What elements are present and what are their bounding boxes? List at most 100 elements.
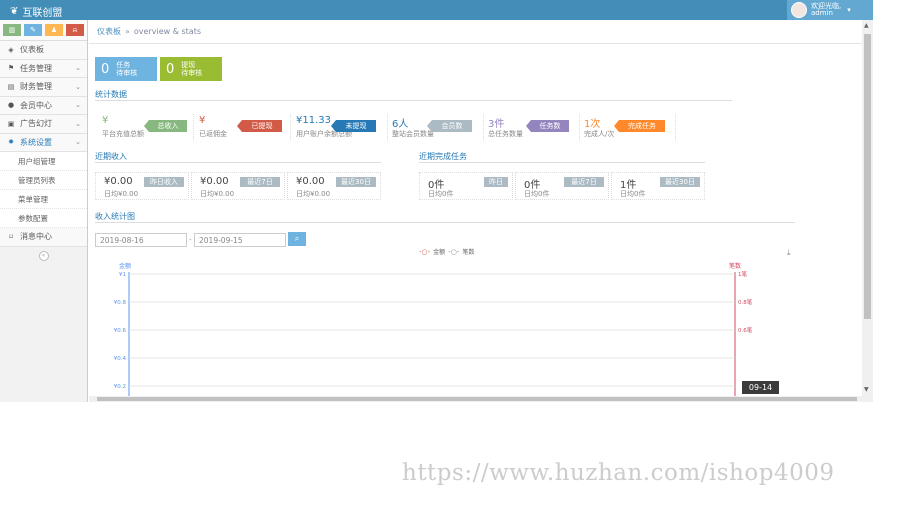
download-icon[interactable]: ⤓ [787, 248, 791, 258]
pending-counter[interactable]: 0 任务 待审核 [95, 57, 157, 81]
sidebar-item-4[interactable]: ▣ 广告幻灯 ⌄ [0, 115, 87, 134]
stat-tag: 未提现 [331, 120, 376, 132]
y2-tick-label: 1笔 [738, 270, 747, 278]
stat-tag: 已提现 [237, 120, 282, 132]
recent-tag: 最近7日 [564, 177, 604, 187]
user-menu[interactable]: 欢迎光临, admin ▾ [787, 0, 873, 20]
chevron-down-icon: ⌄ [75, 101, 81, 110]
income-chart-title: 收入统计图 [95, 211, 795, 223]
stat-value: ¥ [199, 115, 206, 126]
y-tick-label: ¥0.8 [114, 300, 127, 306]
shortcut-button[interactable]: ▥ [3, 24, 21, 36]
sidebar-item-label: 系统设置 [20, 137, 52, 147]
scroll-down-icon[interactable]: ▼ [864, 386, 869, 393]
y-tick-label: ¥1 [119, 272, 126, 278]
counter-line1: 任务 [116, 61, 131, 69]
y-tick-label: ¥0.4 [114, 356, 127, 362]
sidebar-shortcuts: ▥ ✎ ♟ ⍾ [0, 20, 87, 41]
sidebar-subitem[interactable]: 管理员列表 [0, 171, 87, 190]
avatar [791, 2, 807, 18]
dashboard-icon: ◈ [8, 45, 14, 54]
pending-counter[interactable]: 0 提现 待审核 [160, 57, 222, 81]
recent-box: ¥0.00 日均¥0.00 最近7日 [191, 172, 285, 200]
shortcut-button[interactable]: ⍾ [66, 24, 84, 36]
recent-desc: 日均0件 [428, 190, 454, 198]
sidebar-item-3[interactable]: ● 会员中心 ⌄ [0, 96, 87, 115]
chart-legend: -○- 金额 -○- 笔数 [419, 247, 474, 257]
stat-box: 1次 完成人/次 完成任务 [581, 114, 676, 141]
stat-desc: 完成人/次 [584, 130, 615, 138]
picture-icon: ▣ [7, 119, 15, 128]
breadcrumb-home[interactable]: 仪表板 [97, 26, 121, 37]
recent-value: ¥0.00 [104, 176, 133, 187]
stat-value: 3件 [488, 119, 505, 130]
sidebar-subitem[interactable]: 参数配置 [0, 209, 87, 228]
sidebar-item-5[interactable]: ✹ 系统设置 ⌄ [0, 133, 87, 152]
sidebar-subitem[interactable]: 菜单管理 [0, 190, 87, 209]
recent-desc: 日均0件 [524, 190, 550, 198]
sidebar-item-0[interactable]: ◈ 仪表板 [0, 41, 87, 60]
recent-tasks-title: 近期完成任务 [419, 151, 705, 163]
bell-icon: ⍾ [72, 25, 78, 34]
sidebar: ▥ ✎ ♟ ⍾ ◈ 仪表板 ⚑ 任务管理 ⌄ ▤ 财务管理 ⌄ ● 会员中心 ⌄ ▣ 广告幻灯 ⌄ ✹ 系统设置 ⌄ … [0, 20, 88, 402]
chevron-down-icon: ⌄ [75, 138, 81, 147]
breadcrumb: 仪表板 » overview & stats [89, 20, 862, 44]
search-icon: ⌕ [294, 234, 300, 243]
sidebar-item-1[interactable]: ⚑ 任务管理 ⌄ [0, 59, 87, 78]
counter-number: 0 [101, 61, 110, 77]
recent-box: ¥0.00 日均¥0.00 昨日收入 [95, 172, 189, 200]
sidebar-item-2[interactable]: ▤ 财务管理 ⌄ [0, 78, 87, 97]
shortcut-button[interactable]: ♟ [45, 24, 63, 36]
legend-marker-icon: -○- [419, 247, 431, 256]
sidebar-collapse[interactable]: « [0, 247, 87, 261]
main-content: 仪表板 » overview & stats 0 任务 待审核 0 提现 待审核 统计数据… [89, 20, 862, 396]
double-left-icon: « [38, 250, 49, 261]
y-axis-label: 金额 [119, 262, 131, 270]
sidebar-item-label: 仪表板 [20, 45, 44, 55]
recent-tag: 最近7日 [240, 177, 280, 187]
user-name: admin [811, 9, 833, 17]
y2-tick-label: 0.6笔 [738, 326, 753, 334]
scroll-up-icon[interactable]: ▲ [864, 22, 869, 29]
sidebar-subitem[interactable]: 用户组管理 [0, 152, 87, 171]
top-navbar: ❦ 互联创盟 欢迎光临, admin ▾ [0, 0, 873, 20]
shortcut-button[interactable]: ✎ [24, 24, 42, 36]
chevron-down-icon: ⌄ [75, 119, 81, 128]
counter-label: 任务 待审核 [116, 61, 137, 77]
brand[interactable]: ❦ 互联创盟 [10, 4, 62, 19]
app-window: ❦ 互联创盟 欢迎光临, admin ▾ ▥ ✎ ♟ ⍾ ◈ 仪表板 ⚑ 任务管理 ⌄ ▤ 财务管… [0, 0, 873, 402]
recent-desc: 日均0件 [620, 190, 646, 198]
brand-name: 互联创盟 [22, 8, 63, 19]
calculator-icon: ▤ [7, 82, 15, 91]
search-button[interactable]: ⌕ [288, 232, 306, 246]
sidebar-item-label: 消息中心 [20, 232, 52, 242]
horizontal-scrollbar[interactable] [89, 396, 873, 402]
cog-icon: ✹ [8, 138, 14, 147]
date-to-input[interactable]: 2019-09-15 [194, 233, 286, 247]
date-separator: - [189, 236, 192, 244]
signal-icon: ▥ [8, 26, 16, 34]
stat-box: ¥ 平台充值总额 总收入 [99, 114, 194, 141]
stats-title: 统计数据 [95, 89, 732, 101]
stat-box: 6人 整站会员数量 会员数 [389, 114, 484, 141]
scrollbar-thumb[interactable] [97, 397, 857, 401]
flag-icon: ⚑ [7, 64, 15, 73]
stat-tag: 总收入 [144, 120, 187, 132]
counter-line2: 待审核 [181, 69, 203, 77]
chart-tooltip: 09-14 [742, 381, 779, 394]
recent-tag: 昨日收入 [144, 177, 184, 187]
date-from-input[interactable]: 2019-08-16 [95, 233, 187, 247]
sidebar-item-label: 财务管理 [20, 82, 52, 92]
y2-axis-label: 笔数 [729, 262, 741, 270]
user-info: 欢迎光临, admin [811, 3, 841, 17]
breadcrumb-sub: overview & stats [133, 27, 202, 36]
sidebar-item-message-center[interactable]: ⌑ 消息中心 [0, 228, 87, 247]
legend-label: 金额 [433, 249, 446, 256]
stat-box: ¥ 已返佣金 已提现 [196, 114, 291, 141]
y-tick-label: ¥0.2 [114, 384, 126, 390]
breadcrumb-sep: » [125, 27, 130, 36]
scrollbar-thumb[interactable] [864, 34, 871, 319]
vertical-scrollbar[interactable]: ▲ ▼ [862, 20, 873, 396]
recent-value: ¥0.00 [296, 176, 325, 187]
income-line-chart: 金额 笔数 ¥1 ¥0.8 ¥0.6 ¥0.4 ¥0.2 1笔 0.8笔 0.6笔 [114, 262, 753, 396]
